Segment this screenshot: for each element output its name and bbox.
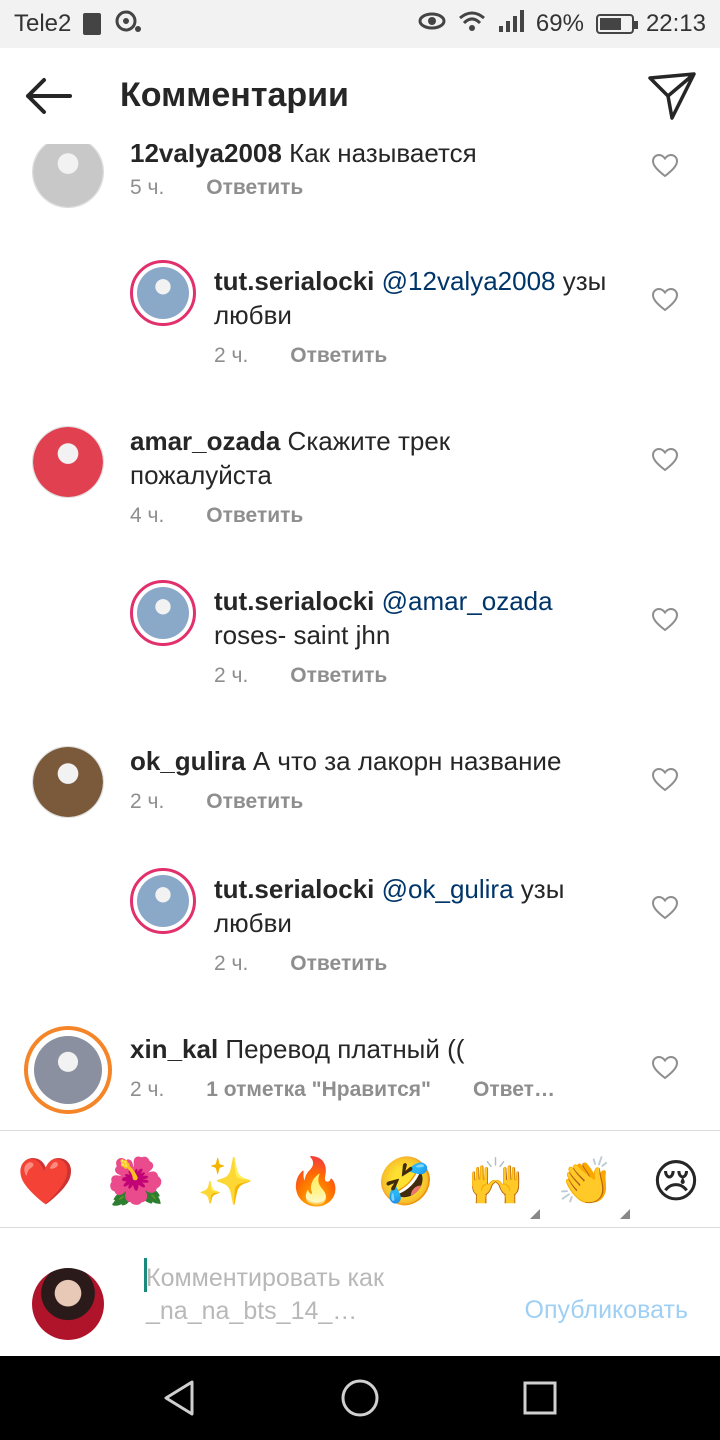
arrow-left-icon[interactable] <box>20 72 76 120</box>
comment-text-cont: любви <box>214 300 292 330</box>
page-title: Комментарии <box>120 76 349 114</box>
comment-username[interactable]: xin_kal <box>130 1034 218 1064</box>
compose-bar: Комментировать как _na_na_bts_14_… Опубл… <box>0 1228 720 1356</box>
comment-age: 4 ч. <box>130 504 165 527</box>
reply-button[interactable]: Ответить <box>290 664 387 688</box>
heart-icon[interactable] <box>652 1056 678 1080</box>
skin-tone-indicator-icon <box>620 1209 630 1219</box>
comment-text: Как называется <box>289 144 477 168</box>
reply-button[interactable]: Ответить <box>206 790 303 814</box>
comment-username[interactable]: 12valya2008 <box>130 144 282 168</box>
comment-age: 5 ч. <box>130 176 165 199</box>
heart-icon[interactable] <box>652 288 678 312</box>
comment-text: Перевод платный (( <box>225 1034 465 1064</box>
comment-username[interactable]: tut.serialocki <box>214 874 374 904</box>
skin-tone-indicator-icon <box>530 1209 540 1219</box>
comment-mention[interactable]: @12valya2008 <box>382 266 556 296</box>
system-nav-bar <box>0 1356 720 1440</box>
comment-username[interactable]: tut.serialocki <box>214 586 374 616</box>
camera-notification-icon <box>113 8 143 41</box>
clapping-hands-emoji[interactable]: 👏 <box>557 1155 614 1207</box>
hibiscus-emoji[interactable]: 🌺 <box>106 1151 166 1211</box>
status-bar: Tele2 69% 22:13 <box>0 0 720 48</box>
comment-text: узы <box>520 874 565 904</box>
comment-mention[interactable]: @ok_gulira <box>382 874 514 904</box>
comment-age: 2 ч. <box>214 952 249 975</box>
clapping-hands-emoji-wrap[interactable]: 👏 <box>556 1151 630 1219</box>
carrier-label: Tele2 <box>14 10 72 37</box>
comment-username[interactable]: tut.serialocki <box>214 266 374 296</box>
comment-mention[interactable]: @amar_ozada <box>382 586 553 616</box>
heart-icon[interactable] <box>652 448 678 472</box>
comment-input[interactable]: Комментировать как _na_na_bts_14_… <box>146 1262 486 1328</box>
heart-icon[interactable] <box>652 608 678 632</box>
paper-plane-icon[interactable] <box>646 70 698 122</box>
red-heart-emoji[interactable]: ❤️ <box>16 1151 76 1211</box>
home-circle-icon[interactable] <box>338 1376 382 1420</box>
publish-button[interactable]: Опубликовать <box>525 1296 688 1325</box>
reply-button[interactable]: Ответить <box>290 952 387 976</box>
comment-text-cont: roses- saint jhn <box>214 620 391 650</box>
recents-square-icon[interactable] <box>518 1376 562 1420</box>
avatar[interactable] <box>130 260 196 326</box>
app-header: Комментарии <box>0 48 720 144</box>
comment-username[interactable]: amar_ozada <box>130 426 280 456</box>
sparkles-emoji[interactable]: ✨ <box>196 1151 256 1211</box>
sim-card-icon <box>83 13 102 35</box>
comments-list[interactable]: 12valya2008 Как называется 5 ч. Ответить… <box>0 144 720 1130</box>
likes-count[interactable]: 1 отметка "Нравится" <box>206 1078 431 1102</box>
eye-icon <box>418 10 446 38</box>
avatar[interactable] <box>32 426 104 498</box>
rofl-emoji[interactable]: 🤣 <box>376 1151 436 1211</box>
comment-text-cont: любви <box>214 908 292 938</box>
comment-age: 2 ч. <box>130 790 165 813</box>
signal-icon <box>498 9 524 39</box>
raising-hands-emoji-wrap[interactable]: 🙌 <box>466 1151 540 1219</box>
heart-icon[interactable] <box>652 768 678 792</box>
emoji-bar: ❤️ 🌺 ✨ 🔥 🤣 🙌 👏 😢 <box>0 1130 720 1228</box>
heart-icon[interactable] <box>652 896 678 920</box>
wifi-icon <box>458 10 486 39</box>
comment-text: А что за лакорн название <box>252 746 562 776</box>
avatar[interactable] <box>32 746 104 818</box>
comment-text-cont: пожалуйста <box>130 460 272 490</box>
comment-age: 2 ч. <box>214 344 249 367</box>
heart-icon[interactable] <box>652 154 678 178</box>
back-triangle-icon[interactable] <box>158 1376 202 1420</box>
crying-face-emoji[interactable]: 😢 <box>646 1151 706 1211</box>
avatar[interactable] <box>130 868 196 934</box>
reply-button[interactable]: Ответ… <box>473 1078 555 1102</box>
comment-text: Скажите трек <box>287 426 451 456</box>
reply-button[interactable]: Ответить <box>206 176 303 200</box>
fire-emoji[interactable]: 🔥 <box>286 1151 346 1211</box>
avatar[interactable] <box>24 1026 112 1114</box>
comment-age: 2 ч. <box>214 664 249 687</box>
battery-icon <box>595 14 638 34</box>
battery-percent: 69% <box>535 10 584 37</box>
comment-age: 2 ч. <box>130 1078 165 1101</box>
reply-button[interactable]: Ответить <box>206 504 303 528</box>
avatar[interactable] <box>32 1268 104 1340</box>
clock: 22:13 <box>645 10 706 37</box>
reply-button[interactable]: Ответить <box>290 344 387 368</box>
comment-text: узы <box>562 266 607 296</box>
avatar[interactable] <box>32 144 104 208</box>
raising-hands-emoji[interactable]: 🙌 <box>467 1155 524 1207</box>
avatar[interactable] <box>130 580 196 646</box>
comment-username[interactable]: ok_gulira <box>130 746 246 776</box>
